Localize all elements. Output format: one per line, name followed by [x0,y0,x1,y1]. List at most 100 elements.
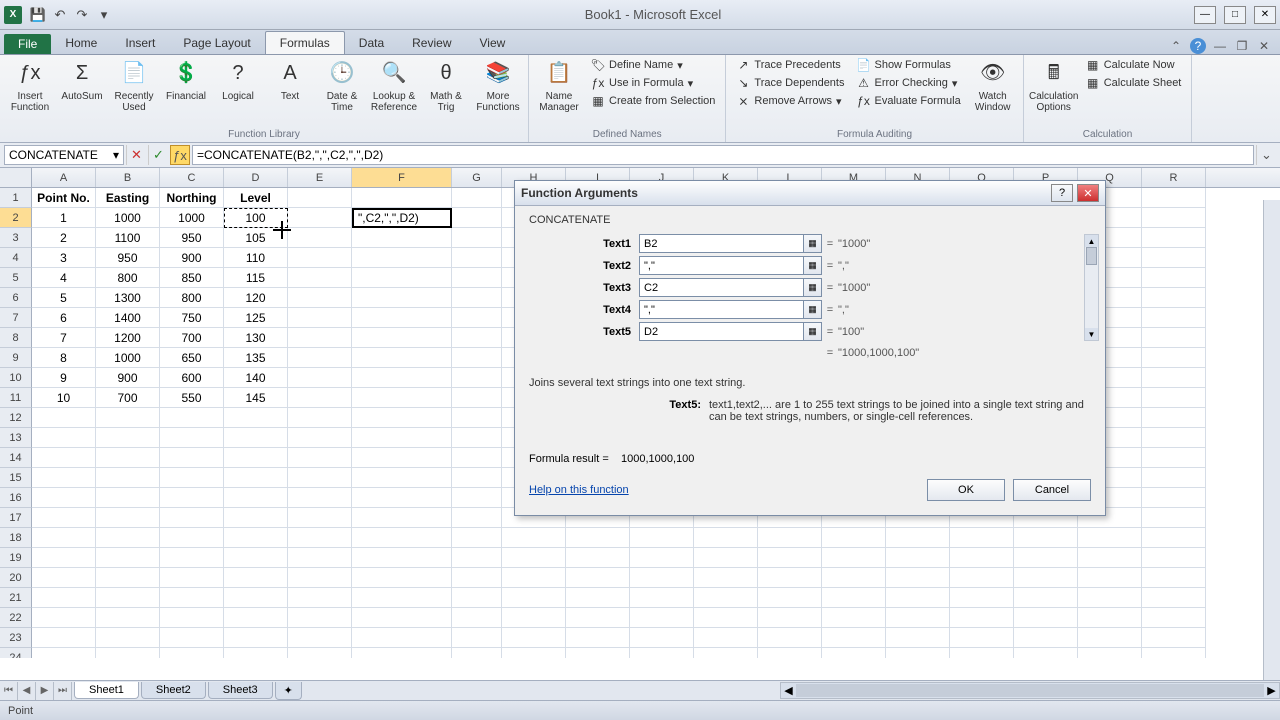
cell-E24[interactable] [288,648,352,658]
cell-F21[interactable] [352,588,452,608]
cell-I23[interactable] [566,628,630,648]
cell-R13[interactable] [1142,428,1206,448]
cell-C8[interactable]: 700 [160,328,224,348]
cell-N18[interactable] [886,528,950,548]
cell-A11[interactable]: 10 [32,388,96,408]
cell-F23[interactable] [352,628,452,648]
row-head-3[interactable]: 3 [0,228,32,248]
cell-M22[interactable] [822,608,886,628]
tab-file[interactable]: File [4,34,51,54]
cell-L23[interactable] [758,628,822,648]
cell-C15[interactable] [160,468,224,488]
cell-C22[interactable] [160,608,224,628]
calculate-now-button[interactable]: ▦Calculate Now [1082,57,1186,73]
cell-C9[interactable]: 650 [160,348,224,368]
show-formulas-button[interactable]: 📄Show Formulas [852,57,964,73]
cell-A15[interactable] [32,468,96,488]
cell-D15[interactable] [224,468,288,488]
cell-E15[interactable] [288,468,352,488]
cell-M24[interactable] [822,648,886,658]
col-head-F[interactable]: F [352,168,452,187]
cell-B18[interactable] [96,528,160,548]
tab-review[interactable]: Review [398,32,465,54]
cell-R5[interactable] [1142,268,1206,288]
tab-formulas[interactable]: Formulas [265,31,345,54]
cell-C14[interactable] [160,448,224,468]
evaluate-formula-button[interactable]: ƒxEvaluate Formula [852,93,964,109]
cell-A9[interactable]: 8 [32,348,96,368]
cancel-button[interactable]: Cancel [1013,479,1091,501]
arg-ref-button-1[interactable]: ▦ [804,256,822,275]
cell-R2[interactable] [1142,208,1206,228]
cell-A21[interactable] [32,588,96,608]
sheet-tab-2[interactable]: Sheet2 [141,682,206,699]
cell-N22[interactable] [886,608,950,628]
cell-I19[interactable] [566,548,630,568]
cell-C5[interactable]: 850 [160,268,224,288]
autosum-button[interactable]: Σ AutoSum [58,57,106,102]
row-head-9[interactable]: 9 [0,348,32,368]
cell-C10[interactable]: 600 [160,368,224,388]
qat-customize-icon[interactable]: ▾ [96,7,112,23]
cell-I24[interactable] [566,648,630,658]
cell-D7[interactable]: 125 [224,308,288,328]
doc-restore-icon[interactable]: ❐ [1234,38,1250,54]
row-head-17[interactable]: 17 [0,508,32,528]
cell-E21[interactable] [288,588,352,608]
cell-B15[interactable] [96,468,160,488]
remove-arrows-button[interactable]: ⨯Remove Arrows ▾ [732,93,848,109]
dialog-titlebar[interactable]: Function Arguments ? ✕ [515,181,1105,206]
cell-F18[interactable] [352,528,452,548]
row-head-22[interactable]: 22 [0,608,32,628]
cell-R24[interactable] [1142,648,1206,658]
cell-F19[interactable] [352,548,452,568]
doc-close-icon[interactable]: ✕ [1256,38,1272,54]
cell-F24[interactable] [352,648,452,658]
cell-J21[interactable] [630,588,694,608]
cell-D5[interactable]: 115 [224,268,288,288]
cell-L19[interactable] [758,548,822,568]
sheet-last-button[interactable]: ⏭ [54,682,72,700]
row-head-8[interactable]: 8 [0,328,32,348]
cancel-icon[interactable]: ✕ [126,145,146,165]
cell-O23[interactable] [950,628,1014,648]
cell-N20[interactable] [886,568,950,588]
cell-E5[interactable] [288,268,352,288]
save-icon[interactable]: 💾 [30,7,46,23]
cell-D22[interactable] [224,608,288,628]
cell-R18[interactable] [1142,528,1206,548]
cell-G22[interactable] [452,608,502,628]
cell-R16[interactable] [1142,488,1206,508]
cell-E8[interactable] [288,328,352,348]
arg-input-4[interactable] [639,322,804,341]
name-manager-button[interactable]: 📋 Name Manager [535,57,583,113]
math-button[interactable]: θ Math & Trig [422,57,470,113]
ok-button[interactable]: OK [927,479,1005,501]
cell-M20[interactable] [822,568,886,588]
cell-R1[interactable] [1142,188,1206,208]
cell-Q18[interactable] [1078,528,1142,548]
cell-E4[interactable] [288,248,352,268]
cell-B4[interactable]: 950 [96,248,160,268]
cell-A19[interactable] [32,548,96,568]
cell-A5[interactable]: 4 [32,268,96,288]
cell-E23[interactable] [288,628,352,648]
cell-J20[interactable] [630,568,694,588]
cell-E18[interactable] [288,528,352,548]
cell-P20[interactable] [1014,568,1078,588]
define-name-button[interactable]: 🏷Define Name ▾ [587,57,719,73]
cell-B10[interactable]: 900 [96,368,160,388]
row-head-24[interactable]: 24 [0,648,32,658]
cell-O21[interactable] [950,588,1014,608]
cell-Q24[interactable] [1078,648,1142,658]
cell-R7[interactable] [1142,308,1206,328]
cell-D17[interactable] [224,508,288,528]
cell-F12[interactable] [352,408,452,428]
cell-B17[interactable] [96,508,160,528]
cell-I21[interactable] [566,588,630,608]
cell-N23[interactable] [886,628,950,648]
cell-B24[interactable] [96,648,160,658]
cell-C6[interactable]: 800 [160,288,224,308]
cell-A20[interactable] [32,568,96,588]
cell-E12[interactable] [288,408,352,428]
